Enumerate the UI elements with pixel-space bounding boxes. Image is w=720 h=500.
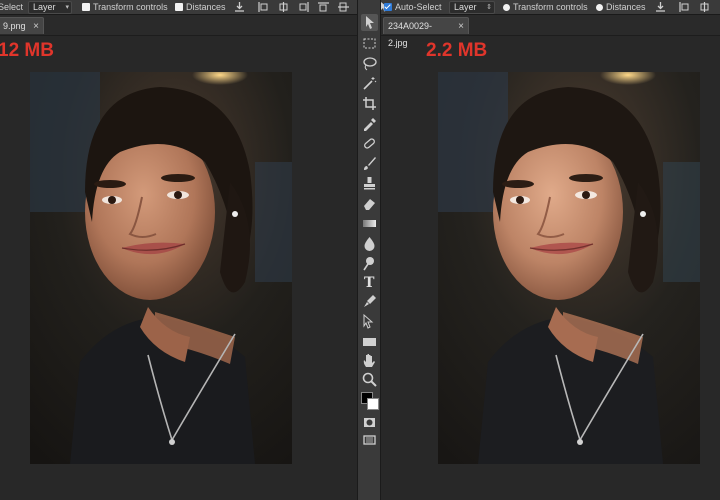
options-bar: Auto-Select Layer ⇕ Transform controls Di… bbox=[381, 0, 720, 15]
portrait-photo bbox=[438, 72, 700, 464]
download-icon[interactable] bbox=[234, 2, 245, 12]
lasso-tool-icon[interactable] bbox=[361, 55, 378, 72]
close-icon[interactable]: × bbox=[33, 18, 39, 35]
clone-stamp-tool-icon[interactable] bbox=[361, 175, 378, 192]
transform-controls-checkbox[interactable]: Transform controls bbox=[503, 0, 588, 14]
checkbox-icon bbox=[82, 3, 90, 11]
svg-text:T: T bbox=[364, 275, 375, 290]
gradient-tool-icon[interactable] bbox=[361, 215, 378, 232]
eyedropper-tool-icon[interactable] bbox=[361, 115, 378, 132]
align-hcenter-icon[interactable] bbox=[278, 2, 289, 12]
crop-tool-icon[interactable] bbox=[361, 95, 378, 112]
align-right-icon[interactable] bbox=[298, 2, 309, 12]
marquee-tool-icon[interactable] bbox=[361, 35, 378, 52]
document-tab-bar: 9.png × bbox=[0, 15, 357, 36]
document-tab[interactable]: 234A0029-2.jpg × bbox=[383, 17, 469, 48]
radio-icon bbox=[503, 4, 510, 11]
blur-tool-icon[interactable] bbox=[361, 235, 378, 252]
path-selection-tool-icon[interactable] bbox=[361, 313, 378, 330]
pen-tool-icon[interactable] bbox=[361, 293, 378, 310]
move-tool-icon[interactable] bbox=[361, 14, 378, 31]
checkbox-checked-icon bbox=[384, 3, 392, 11]
file-size-label: 12 MB bbox=[0, 40, 54, 61]
left-document-pane: Select Layer ▾ Transform controls Distanc… bbox=[0, 0, 357, 500]
document-tab[interactable]: 9.png × bbox=[0, 17, 44, 34]
zoom-tool-icon[interactable] bbox=[361, 371, 378, 388]
portrait-photo bbox=[30, 72, 292, 464]
hand-tool-icon[interactable] bbox=[361, 352, 378, 369]
eraser-tool-icon[interactable] bbox=[361, 195, 378, 212]
options-bar: Select Layer ▾ Transform controls Distanc… bbox=[0, 0, 357, 15]
right-document-pane: Auto-Select Layer ⇕ Transform controls Di… bbox=[381, 0, 720, 500]
close-icon[interactable]: × bbox=[458, 18, 464, 35]
align-left-icon[interactable] bbox=[258, 2, 269, 12]
checkbox-icon bbox=[175, 3, 183, 11]
distances-checkbox[interactable]: Distances bbox=[596, 0, 646, 14]
align-top-icon[interactable] bbox=[318, 2, 329, 12]
screen-mode-icon[interactable] bbox=[361, 431, 378, 448]
quick-mask-icon[interactable] bbox=[361, 414, 378, 431]
background-color-swatch[interactable] bbox=[367, 398, 379, 410]
dodge-tool-icon[interactable] bbox=[361, 255, 378, 272]
layer-dropdown[interactable]: Layer ⇕ bbox=[449, 1, 495, 14]
type-tool-icon[interactable]: T bbox=[361, 273, 378, 290]
align-hcenter-icon[interactable] bbox=[699, 2, 710, 12]
tab-filename: 9.png bbox=[3, 21, 26, 31]
download-icon[interactable] bbox=[655, 2, 666, 12]
layer-dropdown[interactable]: Layer ▾ bbox=[28, 1, 72, 14]
auto-select-checkbox[interactable]: Auto-Select bbox=[384, 0, 442, 14]
align-left-icon[interactable] bbox=[679, 2, 690, 12]
rectangle-tool-icon[interactable] bbox=[361, 333, 378, 350]
chevron-down-icon: ▾ bbox=[65, 4, 69, 11]
tools-panel: T bbox=[357, 0, 381, 500]
magic-wand-tool-icon[interactable] bbox=[361, 75, 378, 92]
align-vcenter-icon[interactable] bbox=[338, 2, 349, 12]
transform-controls-checkbox[interactable]: Transform controls bbox=[82, 0, 168, 14]
select-label: Select bbox=[0, 2, 24, 12]
healing-brush-tool-icon[interactable] bbox=[361, 135, 378, 152]
distances-checkbox[interactable]: Distances bbox=[175, 0, 226, 14]
brush-tool-icon[interactable] bbox=[361, 155, 378, 172]
chevron-updown-icon: ⇕ bbox=[486, 4, 492, 11]
document-tab-bar: 234A0029-2.jpg × bbox=[381, 15, 720, 48]
radio-icon bbox=[596, 4, 603, 11]
file-size-label: 2.2 MB bbox=[426, 40, 488, 61]
